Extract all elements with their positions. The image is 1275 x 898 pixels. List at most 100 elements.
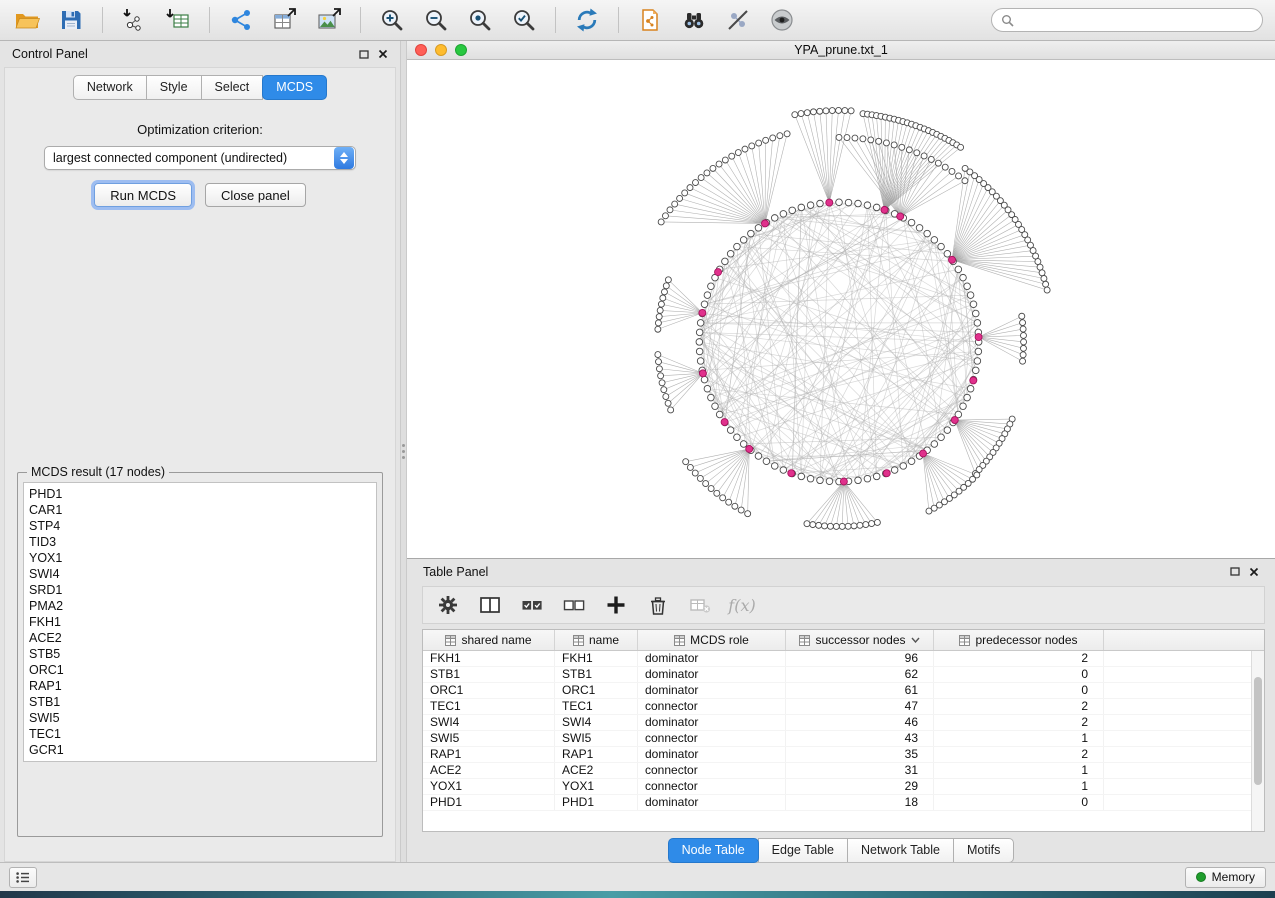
- import-network-icon[interactable]: [119, 5, 149, 35]
- network-canvas[interactable]: [407, 60, 1275, 558]
- mcds-node-item[interactable]: YOX1: [29, 550, 371, 566]
- column-header-predecessor-nodes[interactable]: predecessor nodes: [934, 630, 1104, 650]
- tab-select[interactable]: Select: [201, 75, 264, 100]
- toolbar-separator: [209, 7, 210, 33]
- table-row[interactable]: YOX1YOX1connector291: [423, 779, 1264, 795]
- import-table-icon[interactable]: [163, 5, 193, 35]
- close-icon[interactable]: [1249, 567, 1259, 577]
- run-mcds-button[interactable]: Run MCDS: [94, 183, 192, 207]
- panel-menu-button[interactable]: [9, 867, 37, 888]
- vertical-splitter[interactable]: [400, 41, 407, 862]
- column-header-name[interactable]: name: [555, 630, 638, 650]
- first-neighbors-icon[interactable]: [679, 5, 709, 35]
- table-cell: YOX1: [423, 779, 555, 794]
- float-icon[interactable]: [359, 50, 369, 59]
- tab-mcds[interactable]: MCDS: [262, 75, 327, 100]
- tab-motifs[interactable]: Motifs: [953, 838, 1014, 863]
- table-cell-filler: [1104, 763, 1264, 778]
- table-row[interactable]: TEC1TEC1connector472: [423, 699, 1264, 715]
- criterion-dropdown[interactable]: largest connected component (undirected): [44, 146, 356, 170]
- network-graph[interactable]: [407, 60, 1275, 558]
- tab-network-table[interactable]: Network Table: [847, 838, 954, 863]
- table-row[interactable]: STB1STB1dominator620: [423, 667, 1264, 683]
- add-column-icon[interactable]: [603, 592, 629, 618]
- table-scrollbar[interactable]: [1251, 651, 1264, 831]
- tab-node-table[interactable]: Node Table: [668, 838, 759, 863]
- eye-icon[interactable]: [767, 5, 797, 35]
- select-all-icon[interactable]: [519, 592, 545, 618]
- search-input[interactable]: [1020, 13, 1253, 27]
- gear-icon[interactable]: [435, 592, 461, 618]
- network-view-titlebar[interactable]: YPA_prune.txt_1: [407, 41, 1275, 60]
- column-header-mcds-role[interactable]: MCDS role: [638, 630, 786, 650]
- table-row[interactable]: PHD1PHD1dominator180: [423, 795, 1264, 811]
- mcds-node-item[interactable]: SRD1: [29, 582, 371, 598]
- mcds-node-item[interactable]: PMA2: [29, 598, 371, 614]
- table-cell: FKH1: [555, 651, 638, 666]
- export-image-icon[interactable]: [314, 5, 344, 35]
- control-panel-title: Control Panel: [12, 47, 88, 61]
- table-cell: dominator: [638, 795, 786, 810]
- open-folder-icon[interactable]: [12, 5, 42, 35]
- close-window-icon[interactable]: [415, 44, 427, 56]
- mcds-node-item[interactable]: RAP1: [29, 678, 371, 694]
- tab-style[interactable]: Style: [146, 75, 202, 100]
- mcds-node-item[interactable]: ORC1: [29, 662, 371, 678]
- zoom-out-icon[interactable]: [421, 5, 451, 35]
- refresh-layout-icon[interactable]: [572, 5, 602, 35]
- mcds-node-item[interactable]: STP4: [29, 518, 371, 534]
- table-row[interactable]: RAP1RAP1dominator352: [423, 747, 1264, 763]
- export-network-icon[interactable]: [226, 5, 256, 35]
- zoom-selected-icon[interactable]: [509, 5, 539, 35]
- table-cell: RAP1: [555, 747, 638, 762]
- desktop-wallpaper-strip: [0, 891, 1275, 898]
- toolbar-separator: [360, 7, 361, 33]
- table-row[interactable]: SWI4SWI4dominator462: [423, 715, 1264, 731]
- zoom-fit-icon[interactable]: [465, 5, 495, 35]
- mcds-node-item[interactable]: PHD1: [29, 486, 371, 502]
- scrollbar-thumb[interactable]: [1254, 677, 1262, 785]
- mcds-node-item[interactable]: SWI4: [29, 566, 371, 582]
- tab-edge-table[interactable]: Edge Table: [758, 838, 848, 863]
- mcds-node-item[interactable]: FKH1: [29, 614, 371, 630]
- mcds-result-list[interactable]: PHD1CAR1STP4TID3YOX1SWI4SRD1PMA2FKH1ACE2…: [23, 482, 377, 762]
- minimize-window-icon[interactable]: [435, 44, 447, 56]
- show-columns-icon[interactable]: [477, 592, 503, 618]
- table-row[interactable]: FKH1FKH1dominator962: [423, 651, 1264, 667]
- table-cell: RAP1: [423, 747, 555, 762]
- table-row[interactable]: ORC1ORC1dominator610: [423, 683, 1264, 699]
- mcds-result-title: MCDS result (17 nodes): [27, 465, 169, 479]
- mcds-node-item[interactable]: SWI5: [29, 710, 371, 726]
- table-cell: 62: [786, 667, 934, 682]
- table-toolbar: f(x): [422, 586, 1265, 624]
- table-cell: ORC1: [555, 683, 638, 698]
- table-row[interactable]: SWI5SWI5connector431: [423, 731, 1264, 747]
- hide-selected-icon[interactable]: [723, 5, 753, 35]
- maximize-window-icon[interactable]: [455, 44, 467, 56]
- mcds-node-item[interactable]: STB5: [29, 646, 371, 662]
- column-header-shared-name[interactable]: shared name: [423, 630, 555, 650]
- export-table-icon[interactable]: [270, 5, 300, 35]
- save-session-icon[interactable]: [56, 5, 86, 35]
- close-icon[interactable]: [378, 49, 388, 59]
- status-bar: Memory: [0, 862, 1275, 891]
- mcds-node-item[interactable]: ACE2: [29, 630, 371, 646]
- zoom-in-icon[interactable]: [377, 5, 407, 35]
- mcds-node-item[interactable]: GCR1: [29, 742, 371, 758]
- table-cell: TEC1: [423, 699, 555, 714]
- clone-network-icon[interactable]: [635, 5, 665, 35]
- mcds-node-item[interactable]: TEC1: [29, 726, 371, 742]
- mcds-node-item[interactable]: TID3: [29, 534, 371, 550]
- tab-network[interactable]: Network: [73, 75, 147, 100]
- mcds-node-item[interactable]: CAR1: [29, 502, 371, 518]
- mcds-node-item[interactable]: STB1: [29, 694, 371, 710]
- float-icon[interactable]: [1230, 567, 1240, 576]
- close-panel-button[interactable]: Close panel: [205, 183, 306, 207]
- search-box[interactable]: [991, 8, 1263, 32]
- memory-button[interactable]: Memory: [1185, 867, 1266, 888]
- delete-column-icon[interactable]: [645, 592, 671, 618]
- deselect-all-icon[interactable]: [561, 592, 587, 618]
- control-panel-body: NetworkStyleSelectMCDS Optimization crit…: [4, 67, 396, 862]
- column-header-successor-nodes[interactable]: successor nodes: [786, 630, 934, 650]
- table-row[interactable]: ACE2ACE2connector311: [423, 763, 1264, 779]
